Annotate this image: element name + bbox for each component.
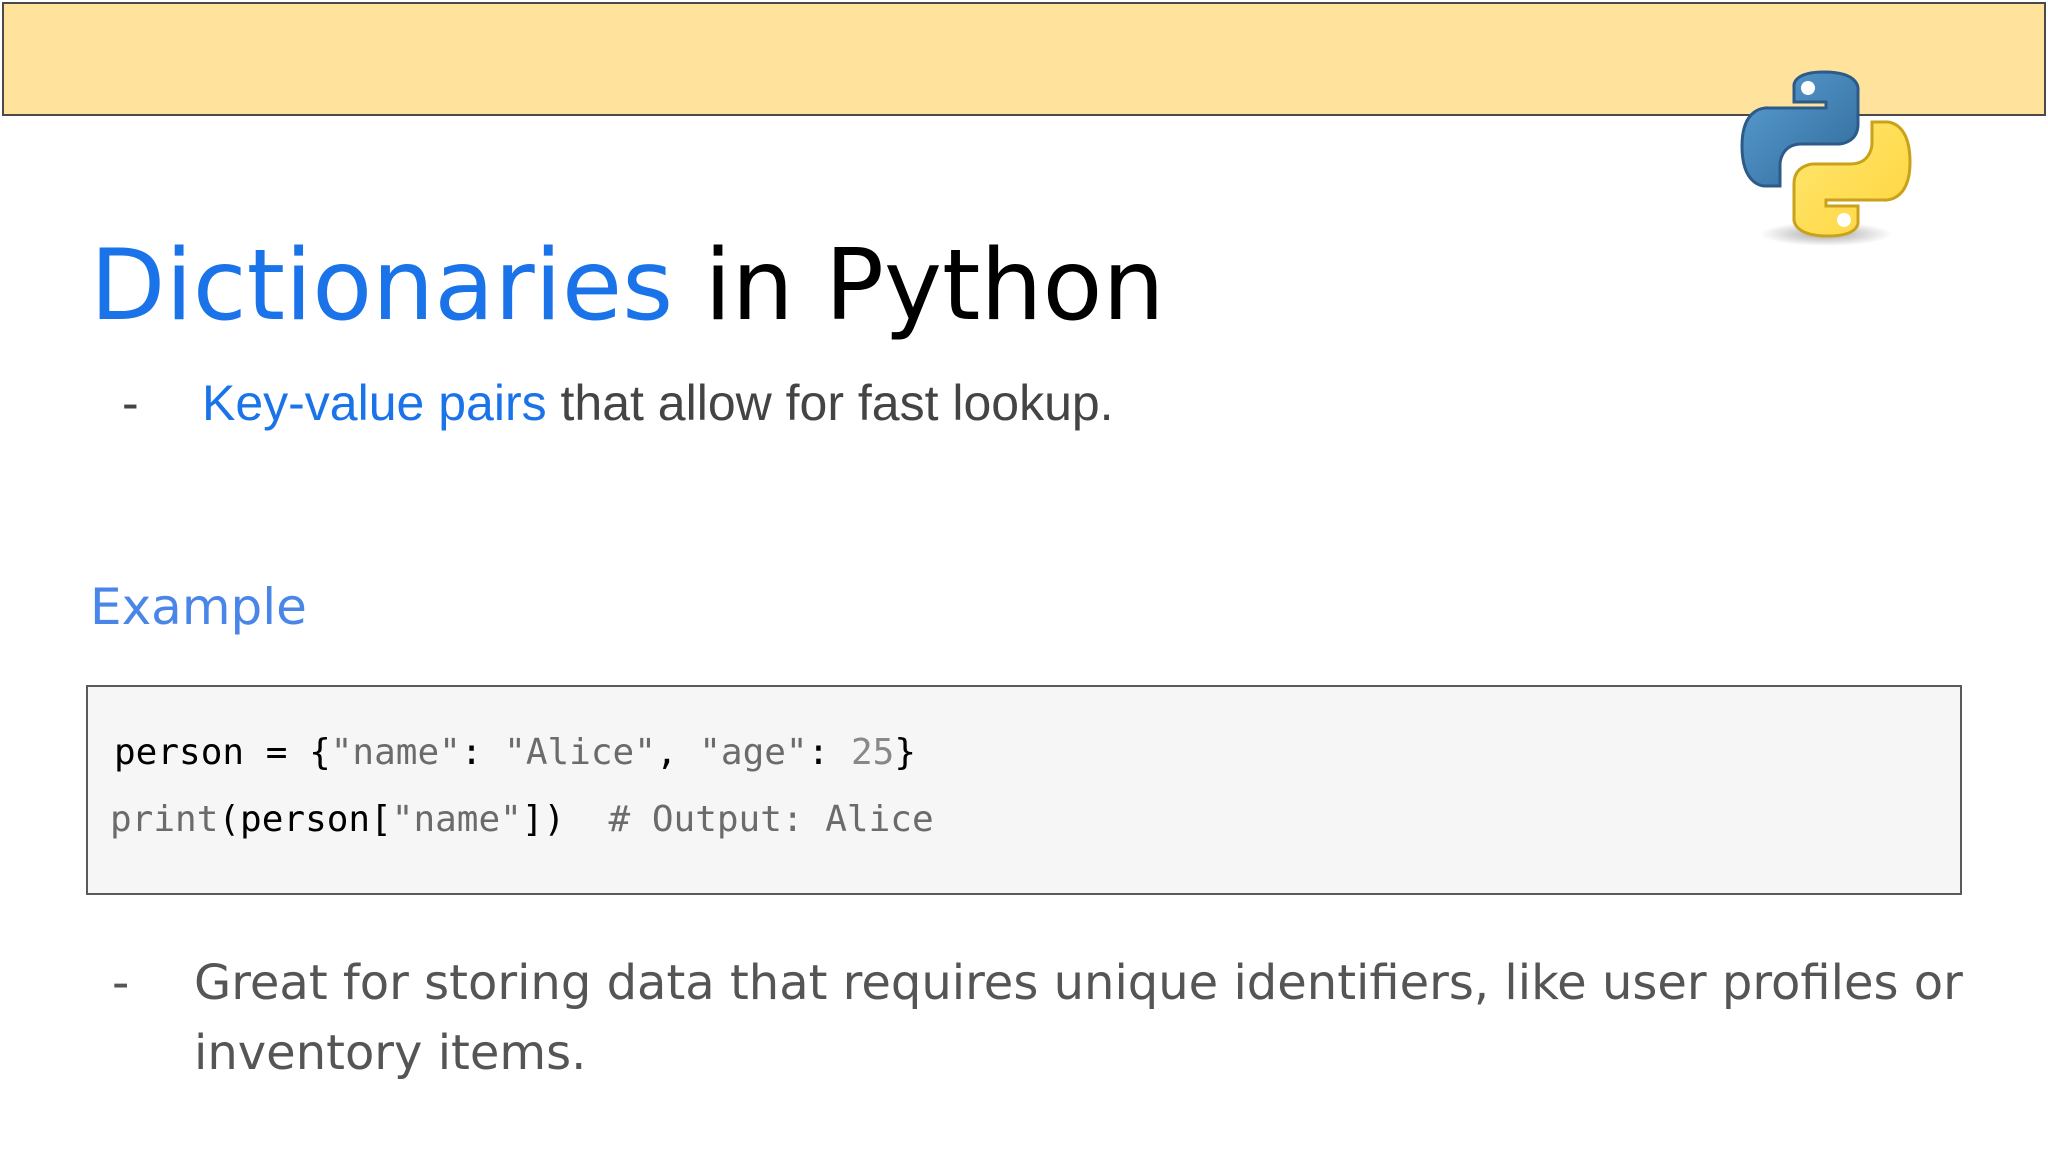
code-token: : bbox=[460, 732, 505, 773]
code-token: (person[ bbox=[218, 799, 392, 840]
code-token: , bbox=[655, 732, 700, 773]
bullet-dash: - bbox=[112, 955, 130, 1011]
bullet-key-value: - Key-value pairs that allow for fast loo… bbox=[122, 368, 1114, 438]
code-line-2: print(person["name"]) # Output: Alice bbox=[110, 795, 934, 845]
bullet-dash: - bbox=[122, 375, 139, 431]
slide: Dictionaries in Python - Key-value pairs … bbox=[0, 0, 2048, 1152]
bullet-text: that allow for fast lookup. bbox=[546, 375, 1114, 431]
title-rest: in Python bbox=[673, 229, 1165, 343]
bullet-text: Great for storing data that requires uni… bbox=[194, 955, 1963, 1081]
code-token: } bbox=[894, 732, 917, 773]
code-token: ]) bbox=[521, 799, 609, 840]
bullet-accent: Key-value pairs bbox=[202, 375, 547, 431]
code-token: "age" bbox=[699, 732, 808, 773]
example-heading: Example bbox=[90, 578, 307, 636]
slide-title: Dictionaries in Python bbox=[90, 226, 1165, 346]
code-token: # Output: Alice bbox=[608, 799, 934, 840]
code-token: "Alice" bbox=[504, 732, 656, 773]
code-block: person = {"name": "Alice", "age": 25} pr… bbox=[86, 685, 1962, 895]
code-token: 25 bbox=[850, 732, 895, 773]
code-token: person = { bbox=[114, 732, 331, 773]
code-token: "name" bbox=[330, 732, 461, 773]
code-line-1: person = {"name": "Alice", "age": 25} bbox=[114, 728, 916, 778]
code-token: "name" bbox=[391, 799, 522, 840]
title-accent: Dictionaries bbox=[90, 229, 674, 343]
code-token: : bbox=[807, 732, 851, 773]
code-token: print bbox=[110, 799, 219, 840]
bullet-use-cases: - Great for storing data that requires u… bbox=[112, 948, 1972, 1088]
python-logo-icon bbox=[1740, 70, 1912, 246]
